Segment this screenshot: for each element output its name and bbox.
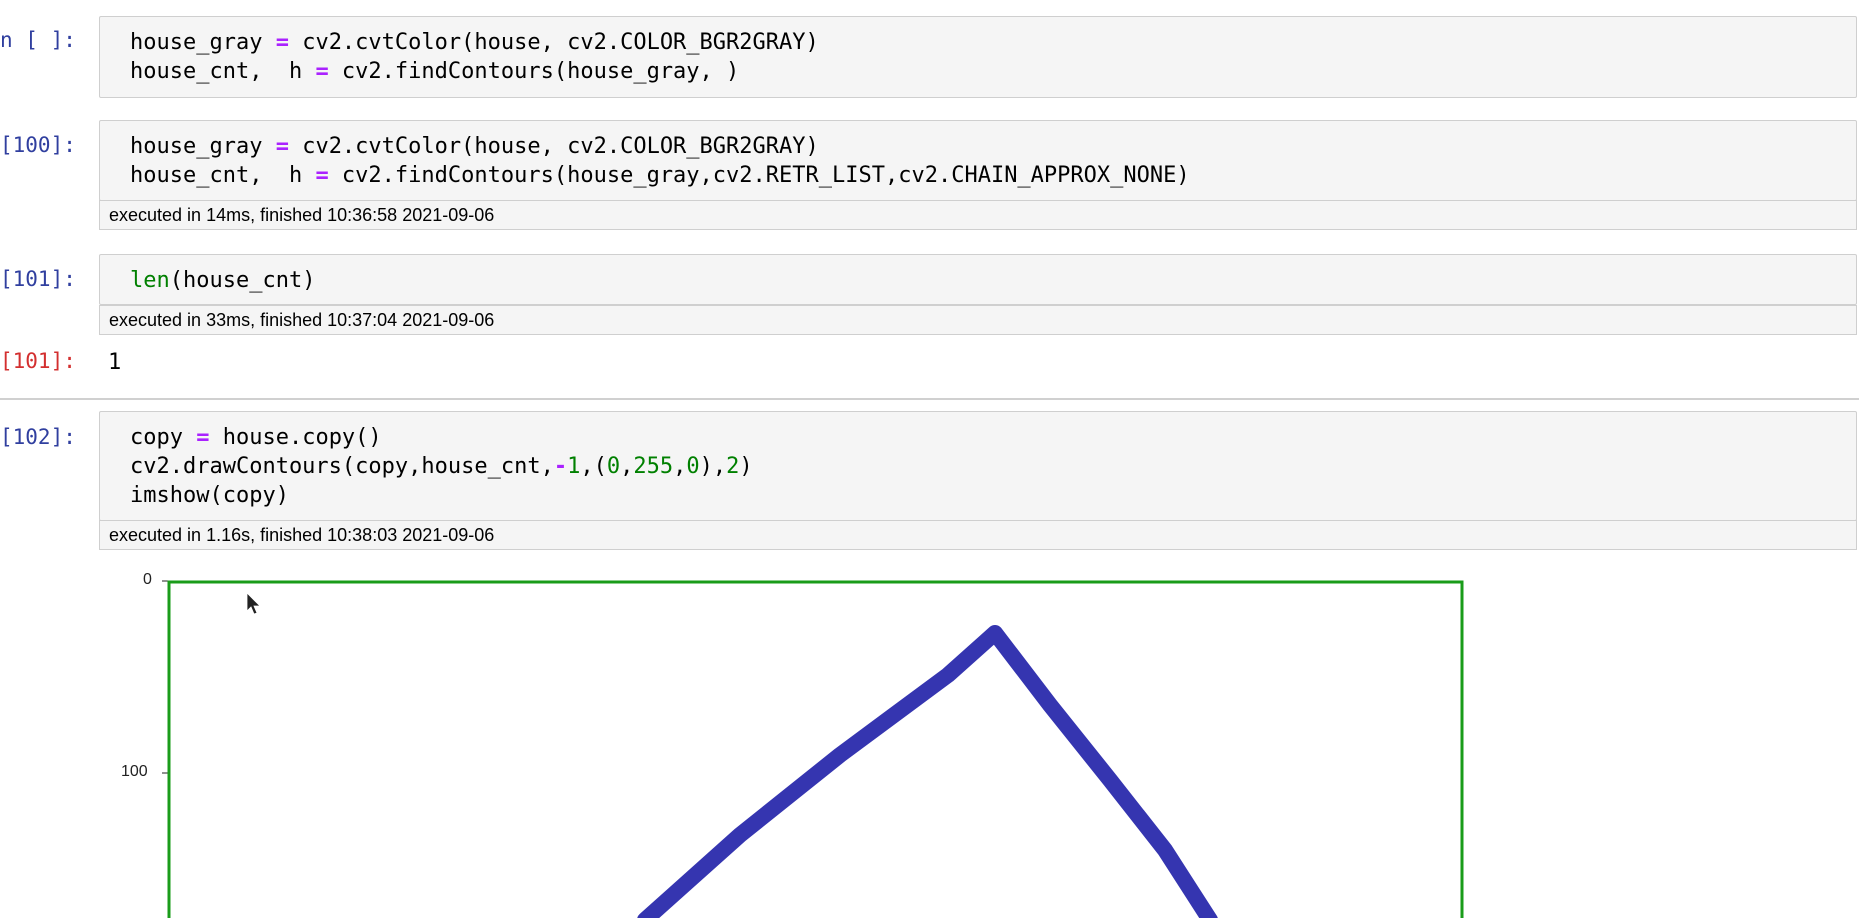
code-editor[interactable]: house_gray = cv2.cvtColor(house, cv2.COL… [99, 16, 1857, 98]
cell-output: 1 [108, 350, 122, 375]
output-prompt: [101]: [0, 349, 76, 373]
image-output-plot: 0 100 [110, 560, 1510, 918]
code-line: copy = house.copy() [130, 425, 382, 450]
code-line: len(house_cnt) [130, 268, 316, 293]
code-cell-unexecuted: n [ ]: house_gray = cv2.cvtColor(house, … [0, 0, 1859, 100]
input-prompt: [101]: [0, 267, 76, 291]
code-editor[interactable]: len(house_cnt) [99, 254, 1857, 305]
input-prompt: [102]: [0, 425, 76, 449]
code-editor[interactable]: copy = house.copy() cv2.drawContours(cop… [99, 411, 1857, 521]
code-line: cv2.drawContours(copy,house_cnt,-1,(0,25… [130, 454, 753, 479]
code-line: house_cnt, h = cv2.findContours(house_gr… [130, 163, 1190, 188]
code-line: house_gray = cv2.cvtColor(house, cv2.COL… [130, 30, 819, 55]
code-line: house_gray = cv2.cvtColor(house, cv2.COL… [130, 134, 819, 159]
execution-time-bar: executed in 1.16s, finished 10:38:03 202… [99, 520, 1857, 550]
code-editor[interactable]: house_gray = cv2.cvtColor(house, cv2.COL… [99, 120, 1857, 201]
cell-divider [0, 398, 1859, 400]
code-line: house_cnt, h = cv2.findContours(house_gr… [130, 59, 740, 84]
contour-image [162, 580, 1464, 918]
input-prompt: n [ ]: [0, 28, 76, 52]
code-line: imshow(copy) [130, 483, 289, 508]
execution-time-bar: executed in 14ms, finished 10:36:58 2021… [99, 200, 1857, 230]
image-axes [167, 580, 1464, 918]
execution-time-bar: executed in 33ms, finished 10:37:04 2021… [99, 305, 1857, 335]
input-prompt: [100]: [0, 133, 76, 157]
